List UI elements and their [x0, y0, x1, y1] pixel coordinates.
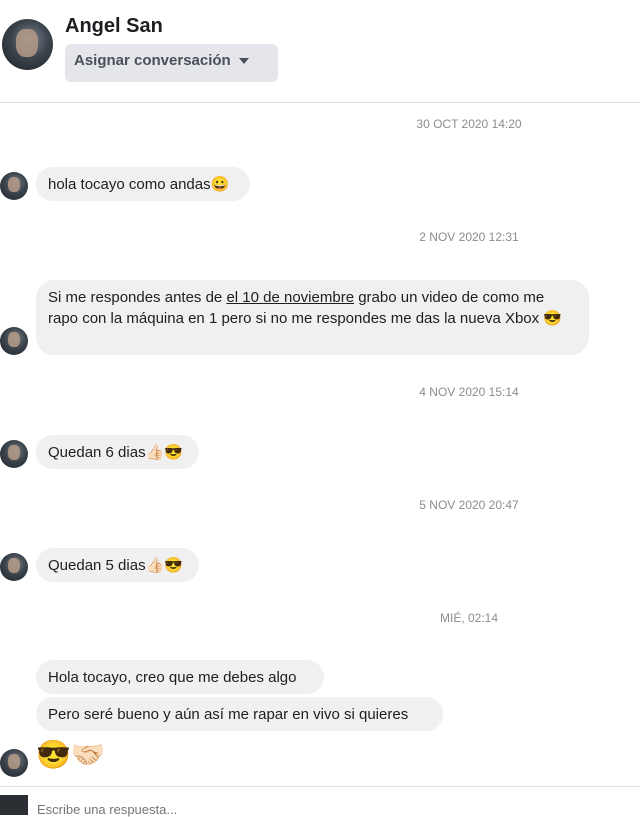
date-link[interactable]: el 10 de noviembre	[226, 289, 354, 306]
reply-input[interactable]	[37, 802, 597, 817]
page-thumbnail	[0, 795, 28, 815]
message-bubble: Hola tocayo, creo que me debes algo	[36, 660, 324, 694]
message-bubble: hola tocayo como andas😀	[36, 167, 250, 201]
sender-avatar[interactable]	[0, 440, 28, 468]
caret-down-icon	[238, 58, 249, 65]
timestamp: 5 NOV 2020 20:47	[419, 498, 519, 512]
sender-avatar[interactable]	[0, 172, 28, 200]
contact-avatar[interactable]	[2, 19, 53, 70]
sender-avatar[interactable]	[0, 553, 28, 581]
timestamp: 2 NOV 2020 12:31	[419, 230, 519, 244]
timestamp: 4 NOV 2020 15:14	[419, 385, 519, 399]
sender-avatar[interactable]	[0, 327, 28, 355]
emoji-message: 😎🤝🏻	[36, 739, 106, 770]
message-composer	[0, 786, 640, 817]
contact-name[interactable]: Angel San	[65, 15, 163, 38]
timestamp: MIÉ, 02:14	[439, 611, 499, 625]
timestamp: 30 OCT 2020 14:20	[416, 117, 522, 131]
message-bubble: Quedan 5 dias👍🏻😎	[36, 548, 199, 582]
assign-conversation-button[interactable]: Asignar conversación	[65, 44, 278, 82]
conversation-header: Angel San Asignar conversación	[0, 0, 640, 103]
sender-avatar[interactable]	[0, 749, 28, 777]
message-text: Si me respondes antes de	[48, 289, 227, 306]
message-bubble: Si me respondes antes de el 10 de noviem…	[36, 280, 589, 355]
message-bubble: Quedan 6 dias👍🏻😎	[36, 435, 199, 469]
message-bubble: Pero seré bueno y aún así me rapar en vi…	[36, 697, 443, 731]
assign-conversation-label: Asignar conversación	[74, 52, 231, 69]
